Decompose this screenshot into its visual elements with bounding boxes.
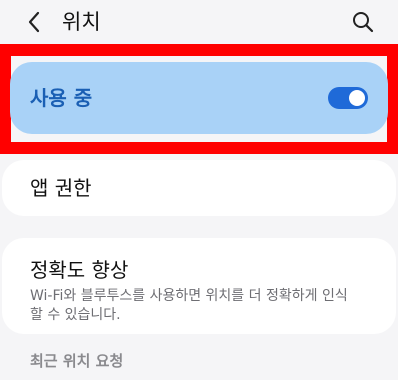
page-title: 위치 — [62, 10, 101, 34]
app-permissions-item[interactable]: 앱 권한 — [2, 160, 396, 216]
app-bar: 위치 — [0, 0, 398, 44]
improve-accuracy-label: 정확도 향상 — [30, 258, 129, 282]
location-toggle-label: 사용 중 — [30, 86, 93, 110]
search-button[interactable] — [350, 9, 376, 35]
location-toggle-row[interactable]: 사용 중 — [10, 62, 388, 134]
chevron-left-icon — [28, 11, 40, 33]
recent-requests-header: 최근 위치 요청 — [30, 352, 124, 370]
improve-accuracy-description: Wi-Fi와 블루투스를 사용하면 위치를 더 정확하게 인식할 수 있습니다. — [30, 288, 348, 323]
switch-knob — [349, 90, 365, 106]
location-switch[interactable] — [328, 87, 368, 109]
improve-accuracy-item[interactable]: 정확도 향상 Wi-Fi와 블루투스를 사용하면 위치를 더 정확하게 인식할 … — [2, 238, 396, 334]
back-button[interactable] — [22, 10, 46, 34]
search-icon — [353, 12, 374, 33]
app-permissions-label: 앱 권한 — [30, 176, 92, 200]
